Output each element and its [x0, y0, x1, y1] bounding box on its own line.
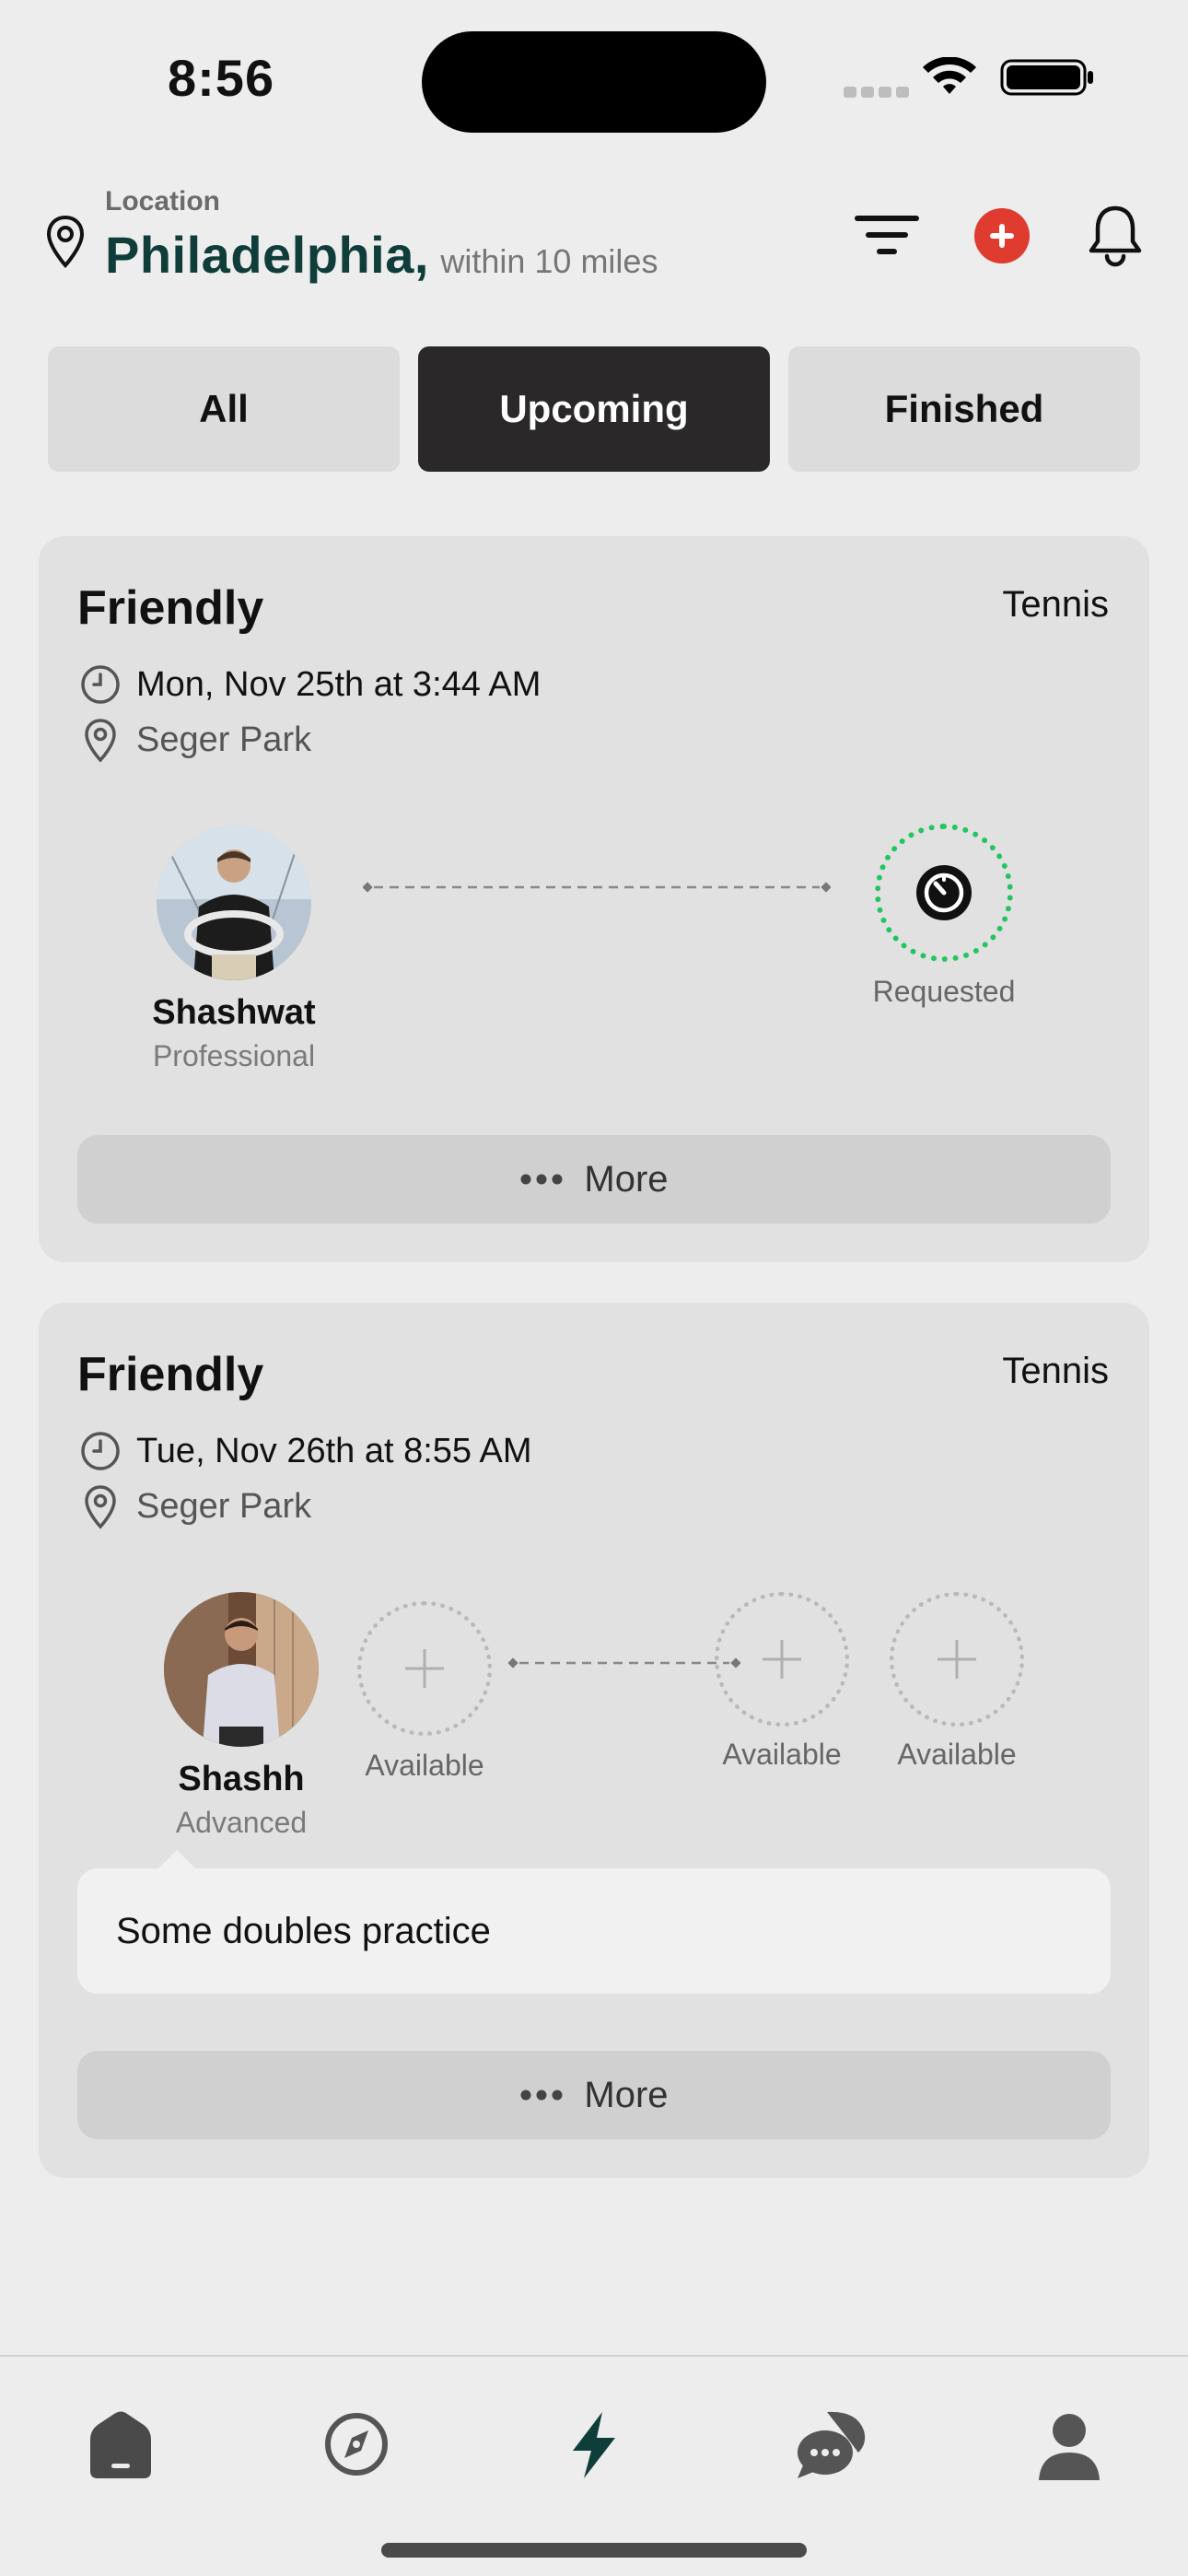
- player-level: Professional: [152, 1039, 316, 1072]
- nav-home[interactable]: [79, 2403, 162, 2486]
- nav-matches[interactable]: [553, 2403, 635, 2486]
- location-pin-icon: [85, 719, 116, 763]
- match-title: Friendly: [77, 581, 264, 635]
- player-photo: [157, 825, 311, 980]
- location-pin-icon: [46, 215, 85, 268]
- ellipsis-icon: [520, 1174, 563, 1185]
- location-pin-icon: [85, 1485, 116, 1529]
- plus-icon: [938, 1640, 976, 1679]
- open-slot[interactable]: [357, 1601, 492, 1736]
- team-connector: [508, 1657, 740, 1669]
- requested-label: Requested: [872, 975, 1016, 1008]
- chat-icon: [798, 2411, 866, 2478]
- ellipsis-icon: [520, 2090, 563, 2101]
- dynamic-island: [422, 31, 766, 133]
- tab-upcoming[interactable]: Upcoming: [418, 346, 770, 472]
- location-caption: Location: [105, 186, 220, 217]
- match-note: Some doubles practice: [77, 1850, 1111, 1994]
- avatar[interactable]: [157, 825, 311, 980]
- match-datetime: Mon, Nov 25th at 3:44 AM: [136, 665, 542, 704]
- bolt-icon: [573, 2412, 615, 2478]
- match-card[interactable]: Friendly Tennis Mon, Nov 25th at 3:44 AM…: [39, 536, 1149, 1262]
- battery-icon: [1000, 59, 1093, 96]
- nav-explore[interactable]: [315, 2403, 398, 2486]
- filter-icon[interactable]: [855, 212, 919, 258]
- player-level: Advanced: [175, 1806, 308, 1839]
- profile-icon: [1039, 2414, 1100, 2480]
- more-button[interactable]: More: [77, 2051, 1111, 2139]
- match-venue: Seger Park: [136, 720, 312, 759]
- plus-icon: [763, 1640, 801, 1679]
- slot-label: Available: [365, 1749, 484, 1782]
- home-icon: [90, 2411, 151, 2478]
- more-label: More: [584, 1158, 669, 1200]
- nav-profile[interactable]: [1028, 2403, 1111, 2486]
- match-datetime: Tue, Nov 26th at 8:55 AM: [136, 1432, 532, 1470]
- timer-icon: [916, 865, 972, 920]
- match-title: Friendly: [77, 1348, 264, 1401]
- location-selector[interactable]: Philadelphia, within 10 miles: [105, 225, 658, 285]
- match-sport: Tennis: [1002, 584, 1109, 625]
- player-name: Shashwat: [152, 993, 316, 1032]
- player-photo: [164, 1592, 319, 1747]
- location-city[interactable]: Philadelphia,: [105, 226, 429, 284]
- slot-label: Available: [722, 1738, 842, 1771]
- location-radius[interactable]: within 10 miles: [440, 242, 658, 280]
- more-button[interactable]: More: [77, 1135, 1111, 1224]
- clock-icon: [81, 1432, 120, 1470]
- home-indicator[interactable]: [381, 2543, 807, 2558]
- match-card[interactable]: Friendly Tennis Tue, Nov 26th at 8:55 AM…: [39, 1303, 1149, 2178]
- bell-icon[interactable]: [1087, 203, 1144, 267]
- wifi-icon: [923, 57, 976, 94]
- tab-finished[interactable]: Finished: [788, 346, 1140, 472]
- nav-messages[interactable]: [790, 2403, 873, 2486]
- add-match-button[interactable]: [974, 208, 1030, 263]
- slot-label: Available: [897, 1738, 1017, 1771]
- cellular-signal-icon: [844, 87, 910, 98]
- status-time: 8:56: [168, 49, 275, 107]
- match-sport: Tennis: [1002, 1351, 1109, 1391]
- clock-icon: [81, 665, 120, 704]
- open-slot[interactable]: [890, 1592, 1024, 1727]
- match-venue: Seger Park: [136, 1487, 312, 1526]
- tab-all[interactable]: All: [48, 346, 400, 472]
- team-connector: [363, 882, 831, 893]
- open-slot[interactable]: [715, 1592, 849, 1727]
- plus-icon: [990, 224, 1014, 248]
- more-label: More: [584, 2074, 669, 2115]
- plus-icon: [405, 1649, 444, 1688]
- avatar[interactable]: [164, 1592, 319, 1747]
- requested-slot[interactable]: [875, 824, 1013, 962]
- player-name: Shashh: [178, 1760, 305, 1798]
- compass-icon: [325, 2413, 388, 2476]
